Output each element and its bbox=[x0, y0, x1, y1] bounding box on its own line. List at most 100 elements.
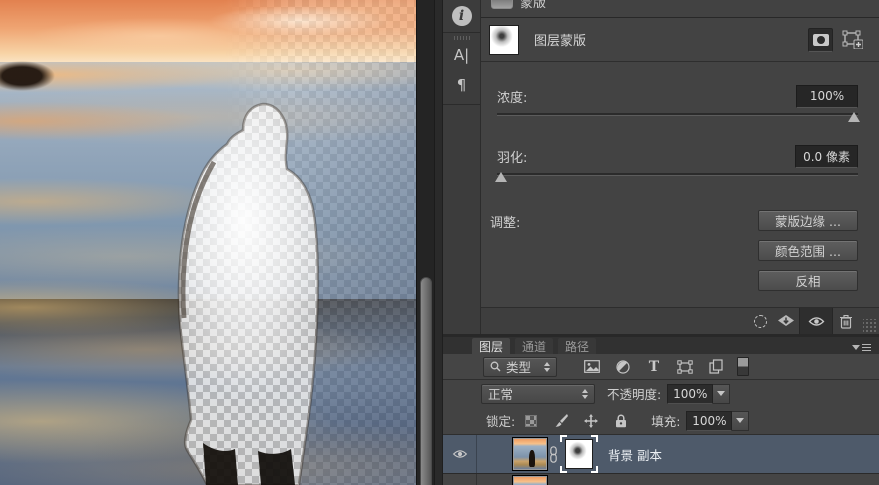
layer-thumbnail[interactable] bbox=[512, 475, 548, 485]
masked-couple-silhouette bbox=[177, 102, 320, 485]
layer-filter-row: 类型 T bbox=[443, 354, 879, 380]
layers-panel: 图层 通道 路径 类型 T 正常 不透明度: 100% 锁定: 填充: 100%… bbox=[443, 337, 879, 485]
load-selection-button[interactable] bbox=[747, 308, 773, 334]
mask-edge-button[interactable]: 蒙版边缘 ... bbox=[758, 210, 858, 231]
apply-mask-button[interactable] bbox=[773, 308, 799, 334]
layer-mask-row: 图层蒙版 bbox=[481, 18, 879, 62]
density-value-input[interactable]: 100% bbox=[796, 84, 858, 108]
mask-visibility-eye-icon bbox=[808, 316, 824, 326]
layer-visibility-cell[interactable] bbox=[443, 435, 477, 473]
shape-layer-filter-button[interactable] bbox=[676, 358, 694, 376]
info-icon: i bbox=[451, 6, 472, 26]
panel-dock: i A| ¶ 蒙版 图层蒙版 浓度: 100% 羽化: 0.0 像素 调整: 蒙… bbox=[443, 0, 879, 485]
layer-row-background-partial[interactable] bbox=[443, 474, 879, 485]
mask-thumbnail[interactable] bbox=[489, 24, 519, 55]
search-icon bbox=[490, 361, 501, 372]
opacity-label: 不透明度: bbox=[607, 387, 662, 402]
feather-slider[interactable] bbox=[495, 170, 858, 184]
mask-panel-footer bbox=[481, 307, 879, 335]
lock-position-icon bbox=[584, 413, 599, 428]
selection-corner-icon bbox=[560, 466, 567, 473]
lock-pixels-button[interactable] bbox=[553, 413, 569, 429]
density-slider[interactable] bbox=[497, 110, 860, 124]
shape-layer-filter-icon bbox=[677, 359, 693, 374]
layer-visibility-cell[interactable] bbox=[443, 474, 477, 485]
density-slider-track[interactable] bbox=[497, 113, 858, 116]
lock-all-icon bbox=[616, 414, 627, 427]
color-range-button[interactable]: 颜色范围 ... bbox=[758, 240, 858, 261]
character-icon: A| bbox=[453, 46, 470, 64]
layer-thumbnail[interactable] bbox=[512, 437, 548, 471]
lock-transparency-button[interactable] bbox=[523, 413, 539, 429]
adjustment-layer-filter-button[interactable] bbox=[614, 358, 632, 376]
paragraph-icon: ¶ bbox=[456, 76, 467, 94]
filter-kind-value: 类型 bbox=[506, 360, 532, 375]
layer-mask-thumbnail[interactable] bbox=[565, 439, 593, 469]
fill-label: 填充: bbox=[651, 414, 681, 429]
pixel-layer-filter-button[interactable] bbox=[583, 358, 601, 376]
selection-corner-icon bbox=[591, 435, 598, 442]
panel-resize-grip[interactable] bbox=[863, 319, 877, 334]
feather-label: 羽化: bbox=[497, 150, 528, 166]
mask-panel-header-icon bbox=[491, 0, 513, 9]
feather-value-input[interactable]: 0.0 像素 bbox=[795, 144, 858, 168]
adjustment-layer-filter-icon bbox=[616, 359, 630, 374]
fill-dropdown-button[interactable] bbox=[732, 410, 750, 431]
properties-header-tab: 蒙版 bbox=[520, 0, 547, 11]
lock-position-button[interactable] bbox=[583, 413, 599, 429]
chevron-down-icon bbox=[717, 391, 726, 396]
properties-header-partial[interactable]: 蒙版 bbox=[481, 0, 879, 18]
adjust-section: 调整: 蒙版边缘 ... 颜色范围 ... 反相 bbox=[481, 210, 879, 291]
pixel-mask-button[interactable] bbox=[808, 27, 833, 52]
selection-corner-icon bbox=[591, 466, 598, 473]
density-control: 浓度: 100% bbox=[481, 84, 879, 124]
density-slider-thumb[interactable] bbox=[848, 112, 860, 122]
delete-mask-button[interactable] bbox=[833, 308, 859, 334]
blend-mode-row: 正常 不透明度: 100% bbox=[443, 380, 879, 407]
blend-mode-select[interactable]: 正常 bbox=[481, 383, 595, 404]
opacity-input[interactable]: 100% bbox=[667, 383, 714, 404]
blend-mode-value: 正常 bbox=[488, 387, 514, 402]
lock-label: 锁定: bbox=[486, 414, 516, 429]
spinner-arrows-icon bbox=[582, 388, 588, 399]
dock-divider bbox=[435, 0, 443, 485]
smart-object-filter-button[interactable] bbox=[707, 358, 725, 376]
pixel-layer-filter-icon bbox=[584, 360, 600, 373]
feather-slider-track[interactable] bbox=[497, 173, 858, 176]
layer-mask-thumbnail-selected[interactable] bbox=[560, 435, 598, 473]
type-layer-filter-button[interactable]: T bbox=[645, 358, 663, 376]
type-panel-group: A| ¶ bbox=[443, 33, 480, 105]
chevron-down-icon bbox=[736, 418, 745, 423]
lock-row: 锁定: 填充: 100% bbox=[443, 407, 879, 435]
feather-control: 羽化: 0.0 像素 bbox=[481, 144, 879, 184]
mask-properties-panel: 蒙版 图层蒙版 浓度: 100% 羽化: 0.0 像素 调整: 蒙版边缘 ...… bbox=[481, 0, 879, 335]
load-selection-icon bbox=[753, 314, 767, 328]
character-panel-button[interactable]: A| bbox=[443, 40, 480, 70]
lock-all-button[interactable] bbox=[613, 413, 629, 429]
tab-paths[interactable]: 路径 bbox=[558, 338, 597, 354]
layers-tab-bar: 图层 通道 路径 bbox=[443, 337, 879, 354]
filter-kind-combo[interactable]: 类型 bbox=[483, 356, 557, 377]
apply-mask-icon bbox=[778, 314, 794, 326]
type-layer-filter-icon: T bbox=[648, 358, 660, 375]
opacity-dropdown-button[interactable] bbox=[713, 383, 731, 404]
panel-menu-button[interactable] bbox=[852, 344, 871, 351]
document-canvas[interactable] bbox=[0, 0, 417, 485]
mask-link-chain-icon[interactable] bbox=[549, 445, 558, 463]
layer-row-background-copy[interactable]: 背景 副本 bbox=[443, 435, 879, 474]
menu-triangle-icon bbox=[852, 345, 860, 350]
scrollbar-thumb[interactable] bbox=[420, 277, 432, 485]
lock-pixels-brush-icon bbox=[555, 414, 568, 427]
info-panel-button[interactable]: i bbox=[443, 0, 480, 33]
feather-slider-thumb[interactable] bbox=[495, 172, 507, 182]
tab-layers[interactable]: 图层 bbox=[472, 338, 511, 354]
fill-input[interactable]: 100% bbox=[686, 410, 733, 431]
canvas-vertical-scrollbar[interactable] bbox=[417, 0, 435, 485]
invert-button[interactable]: 反相 bbox=[758, 270, 858, 291]
vector-mask-add-icon[interactable] bbox=[842, 30, 863, 49]
mask-visibility-button[interactable] bbox=[799, 308, 833, 335]
paragraph-panel-button[interactable]: ¶ bbox=[443, 70, 480, 100]
filter-toggle-switch[interactable] bbox=[737, 357, 749, 376]
lock-transparency-icon bbox=[525, 414, 538, 427]
tab-channels[interactable]: 通道 bbox=[515, 338, 554, 354]
